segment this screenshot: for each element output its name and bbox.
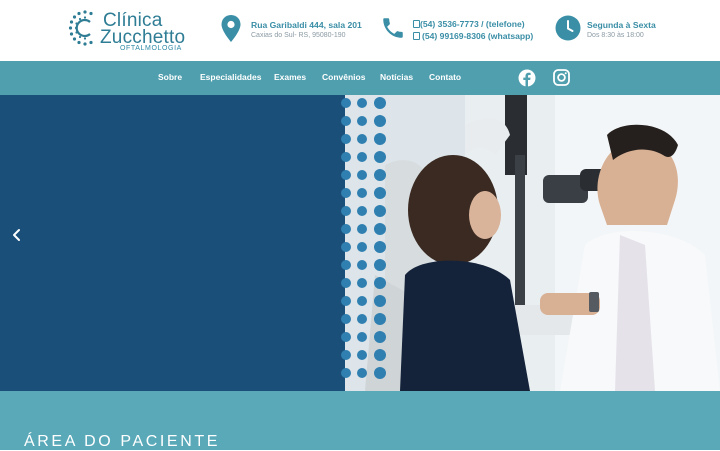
nav-sobre[interactable]: Sobre bbox=[158, 72, 182, 82]
address-line1: Rua Garibaldi 444, sala 201 bbox=[251, 20, 362, 30]
phone-icon bbox=[383, 18, 403, 38]
hours-line1: Segunda à Sexta bbox=[587, 20, 656, 30]
nav-exames[interactable]: Exames bbox=[274, 72, 306, 82]
nav-convenios[interactable]: Convênios bbox=[322, 72, 365, 82]
facebook-icon[interactable] bbox=[518, 69, 536, 87]
hero-slider bbox=[0, 95, 720, 391]
instagram-icon[interactable] bbox=[553, 69, 570, 86]
nav-noticias[interactable]: Notícias bbox=[380, 72, 413, 82]
main-nav: Sobre Especialidades Exames Convênios No… bbox=[0, 61, 720, 95]
clock-icon bbox=[555, 15, 581, 41]
chevron-left-icon[interactable] bbox=[10, 227, 24, 243]
hours-line2: Dos 8:30 às 18:00 bbox=[587, 32, 644, 39]
logo-subtitle: OFTALMOLOGIA bbox=[120, 45, 182, 52]
phone-number-landline[interactable]: (54) 3536-7773 / (telefone) bbox=[420, 19, 525, 29]
patient-area-title: ÁREA DO PACIENTE bbox=[24, 433, 221, 450]
address-line2: Caxias do Sul- RS, 95080-190 bbox=[251, 32, 346, 39]
hero-dot-pattern bbox=[341, 97, 386, 379]
phone-line1: (54) 3536-7773 / (telefone) bbox=[413, 19, 525, 29]
logo-mark-icon bbox=[68, 10, 93, 46]
phone-line2: (54) 99169-8306 (whatsapp) bbox=[413, 31, 533, 41]
clinic-logo[interactable]: Clínica Zucchetto OFTALMOLOGIA bbox=[68, 9, 185, 54]
nav-especialidades[interactable]: Especialidades bbox=[200, 72, 261, 82]
nav-contato[interactable]: Contato bbox=[429, 72, 461, 82]
phone-info: (54) 3536-7773 / (telefone) (54) 99169-8… bbox=[380, 15, 540, 47]
hours-info: Segunda à Sexta Dos 8:30 às 18:00 bbox=[555, 15, 665, 47]
doctor-eye-exam-photo bbox=[345, 95, 720, 391]
whatsapp-glyph-icon bbox=[413, 20, 420, 28]
address-info: Rua Garibaldi 444, sala 201 Caxias do Su… bbox=[221, 15, 362, 47]
map-pin-icon bbox=[221, 15, 241, 42]
whatsapp-glyph-icon bbox=[413, 32, 420, 40]
top-header: Clínica Zucchetto OFTALMOLOGIA Rua Garib… bbox=[0, 0, 720, 61]
phone-number-whatsapp[interactable]: (54) 99169-8306 (whatsapp) bbox=[422, 31, 533, 41]
patient-area-section: ÁREA DO PACIENTE bbox=[0, 391, 720, 450]
